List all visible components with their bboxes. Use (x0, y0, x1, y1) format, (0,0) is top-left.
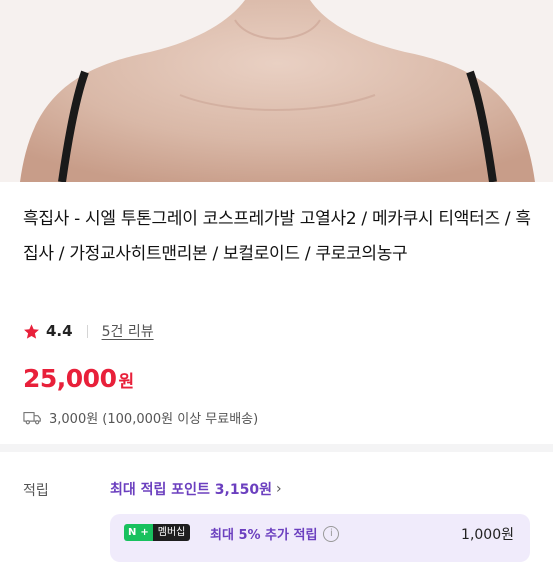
divider (86, 324, 88, 338)
price: 25,000 원 (23, 364, 134, 393)
max-points-link[interactable]: 최대 적립 포인트 3,150원 › (110, 479, 282, 499)
product-image (0, 0, 553, 182)
shipping-text: 3,000원 (100,000원 이상 무료배송) (49, 412, 259, 427)
badge-n: N (124, 524, 141, 541)
membership-text-row: 최대 5% 추가 적립 i (210, 524, 340, 543)
badge-plus: + (140, 524, 153, 541)
max-points-text: 최대 적립 포인트 3,150원 (110, 482, 272, 498)
shipping-info: 3,000원 (100,000원 이상 무료배송) (23, 408, 258, 427)
membership-text: 최대 5% 추가 적립 (210, 528, 318, 543)
membership-amount: 1,000원 (461, 527, 514, 543)
points-label: 적립 (23, 483, 49, 499)
reviews-link[interactable]: 5건 리뷰 (102, 321, 154, 341)
chevron-right-icon: › (275, 481, 282, 497)
price-unit: 원 (118, 372, 135, 392)
membership-points-box: N + 멤버십 최대 5% 추가 적립 i 1,000원 (110, 514, 530, 562)
info-icon[interactable]: i (323, 525, 340, 542)
product-title: 흑집사 - 시엘 투톤그레이 코스프레가발 고열사2 / 메카쿠시 티액터즈 /… (23, 209, 531, 264)
price-amount: 25,000 (23, 364, 117, 393)
truck-icon (23, 411, 41, 424)
rating-score: 4.4 (46, 322, 73, 340)
section-divider (0, 444, 553, 452)
rating-row: 4.4 5건 리뷰 (23, 320, 154, 342)
star-icon (24, 323, 39, 339)
badge-text: 멤버십 (152, 524, 191, 541)
membership-badge: N + 멤버십 (124, 524, 191, 541)
